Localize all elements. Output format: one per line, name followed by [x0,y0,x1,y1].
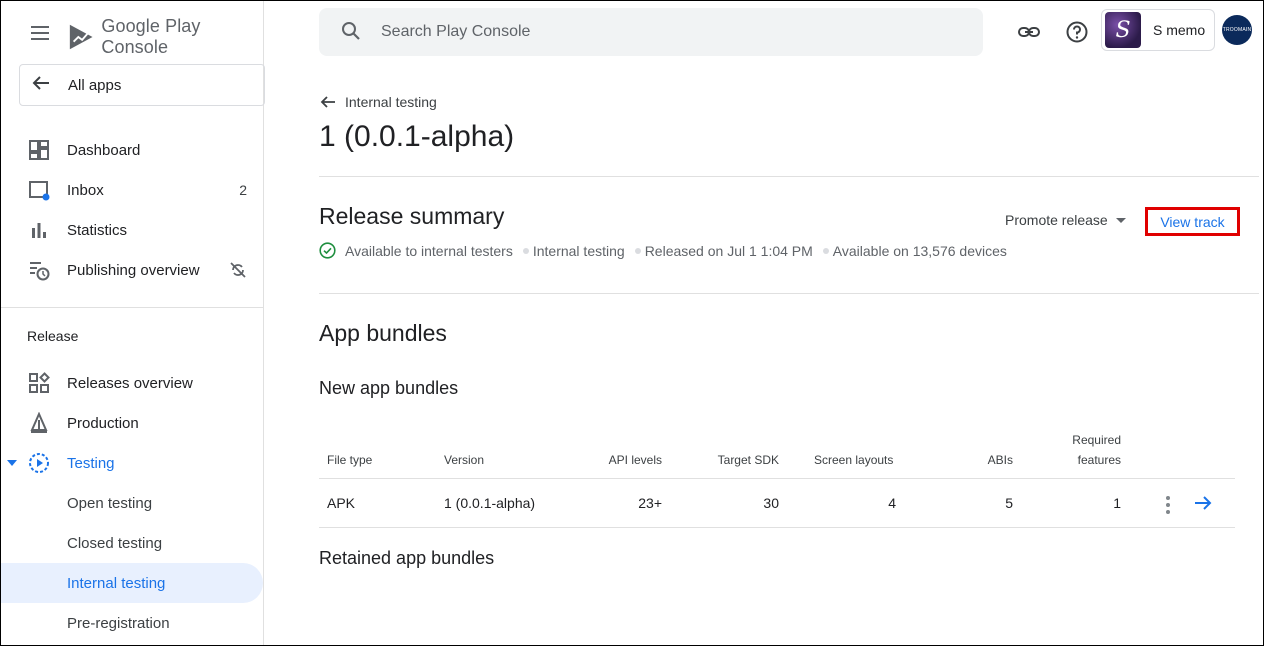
separator-dot [822,247,829,254]
cell-abis: 5 [1005,495,1013,511]
sidebar-item-releases-overview[interactable]: Releases overview [1,363,263,403]
cell-required-features: 1 [1113,495,1121,511]
back-link[interactable]: Internal testing [319,94,437,110]
retained-app-bundles-heading: Retained app bundles [319,548,495,568]
released-text: Released on Jul 1 1:04 PM [644,242,813,259]
sidebar-item-label: Dashboard [67,141,141,159]
app-bundles-heading: App bundles [319,320,447,346]
column-header: File type [327,453,373,467]
cell-target-sdk: 30 [763,495,779,511]
sidebar-item-open-testing[interactable]: Open testing [1,483,263,523]
play-console-logo-icon [69,24,93,50]
separator-dot [522,247,529,254]
row-divider [319,527,1235,528]
help-icon[interactable] [1065,20,1089,44]
sidebar-item-testing[interactable]: Testing [1,443,263,483]
promote-release-dropdown[interactable]: Promote release [1005,212,1126,228]
more-vert-icon[interactable] [1165,496,1171,514]
sidebar-item-statistics[interactable]: Statistics [1,210,263,250]
releases-overview-icon [29,372,50,393]
row-divider [319,478,1235,479]
brand-name: Google Play Console [101,16,201,57]
column-header: Version [444,453,485,467]
page-title: 1 (0.0.1-alpha) [319,120,515,153]
release-section-label: Release [27,328,79,344]
sidebar-item-label: Statistics [67,221,128,239]
bar-chart-icon [32,223,46,238]
promote-release-label: Promote release [1005,212,1108,228]
devices-text: Available on 13,576 devices [832,242,1007,259]
sidebar-item-internal-testing[interactable]: Internal testing [1,563,263,603]
column-header: Required [1072,433,1121,447]
view-track-button[interactable]: View track [1145,207,1240,236]
app-name: S memo [1153,22,1206,38]
sidebar-item-label: Internal testing [67,574,166,592]
sidebar-item-publishing-overview[interactable]: Publishing overview [1,250,263,290]
cell-version: 1 (0.0.1-alpha) [444,495,536,511]
sidebar-item-dashboard[interactable]: Dashboard [1,130,263,170]
sidebar-item-label: Publishing overview [67,261,200,279]
column-header: ABIs [987,453,1013,467]
avatar[interactable]: TROOMAIN [1222,15,1252,45]
sidebar-item-closed-testing[interactable]: Closed testing [1,523,263,563]
column-header: API levels [608,453,662,467]
arrow-back-icon [320,96,335,108]
sidebar-item-label: Production [67,414,139,432]
search-icon [342,22,360,40]
arrow-back-icon [32,74,54,97]
all-apps-label: All apps [68,76,122,94]
cell-file-type: APK [327,495,356,511]
sidebar: Google Play Console All apps Dashboard I… [1,1,265,645]
back-label: Internal testing [345,94,437,110]
new-app-bundles-heading: New app bundles [319,378,459,398]
release-status-row: Available to internal testers Internal t… [319,242,1007,259]
cell-api-levels: 23+ [638,495,662,511]
column-header: Target SDK [717,453,779,467]
divider [319,293,1259,294]
app-switcher[interactable]: S S memo [1101,9,1215,51]
publishing-schedule-icon [30,262,50,281]
column-header: Screen layouts [814,453,894,467]
sidebar-item-production[interactable]: Production [1,403,263,443]
sidebar-item-label: Inbox [67,181,104,199]
inbox-icon [29,181,50,201]
section-divider [1,307,264,308]
dropdown-arrow-icon [1115,217,1126,223]
sidebar-item-pre-registration[interactable]: Pre-registration [1,603,263,643]
sidebar-item-label: Closed testing [67,534,163,552]
testing-icon [29,453,49,473]
divider [319,176,1259,177]
production-icon [30,412,48,433]
app-icon: S [1105,12,1141,48]
check-circle-icon [319,242,336,259]
menu-icon[interactable] [29,23,51,43]
sidebar-item-label: Open testing [67,494,153,512]
dashboard-icon [29,140,49,160]
arrow-forward-icon[interactable] [1193,494,1213,512]
search-bar[interactable] [319,8,983,56]
release-summary-heading: Release summary [319,203,505,229]
sidebar-item-label: Pre-registration [67,614,170,632]
sidebar-item-inbox[interactable]: Inbox 2 [1,170,263,210]
sidebar-item-label: Testing [67,454,115,472]
track-text: Internal testing [532,242,625,259]
link-icon[interactable] [1017,20,1041,44]
inbox-count: 2 [239,182,247,198]
search-input[interactable] [381,20,941,44]
all-apps-button[interactable]: All apps [19,64,265,106]
expand-caret-icon [7,460,17,466]
sync-disabled-icon [230,262,246,278]
sidebar-item-label: Releases overview [67,374,193,392]
play-console-logo[interactable]: Google Play Console [67,16,263,58]
status-text: Available to internal testers [345,242,513,259]
cell-screen-layouts: 4 [888,495,896,511]
separator-dot [634,247,641,254]
column-header: features [1077,453,1121,467]
